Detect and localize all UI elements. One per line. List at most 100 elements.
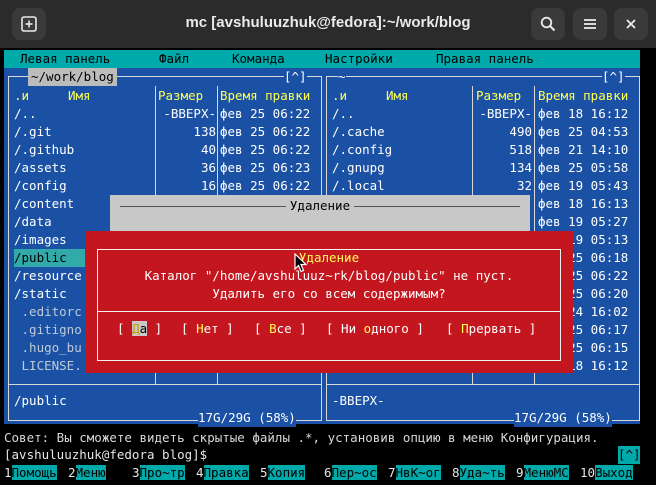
right-path[interactable]: ~ bbox=[338, 68, 346, 86]
file-row-name[interactable]: /static bbox=[14, 285, 67, 303]
file-row-name[interactable]: /.git bbox=[14, 123, 52, 141]
dialog-button-4[interactable]: [ Ни одного ] bbox=[326, 320, 424, 338]
prompt-corner[interactable]: [^] bbox=[618, 446, 641, 464]
file-row-time: фев 25 06:22 bbox=[220, 106, 311, 121]
col-header-time[interactable]: Время правки bbox=[538, 87, 628, 105]
fkey-8[interactable]: 8Уда~ть bbox=[452, 464, 505, 482]
file-row-size: -ВВЕРХ- bbox=[163, 106, 216, 121]
file-row-time: фев 18 16:13 bbox=[538, 196, 629, 211]
file-row-name[interactable]: /.github bbox=[14, 141, 74, 159]
col-header[interactable]: .и bbox=[14, 87, 29, 105]
button-hotkey: П bbox=[461, 321, 469, 336]
fkey-number: 3 bbox=[132, 465, 140, 480]
bg-dialog-title: Удаление bbox=[285, 198, 355, 213]
fkey-number: 1 bbox=[4, 465, 12, 480]
fkey-7[interactable]: 7НвК~ог bbox=[388, 464, 441, 482]
file-row-time: фев 18 16:12 bbox=[538, 106, 629, 121]
shell-prompt[interactable]: [avshuluuzhuk@fedora blog]$ bbox=[4, 446, 207, 464]
col-header-time[interactable]: Время правки bbox=[220, 87, 310, 105]
file-row-name[interactable]: /.. bbox=[14, 105, 37, 123]
dialog-button-1[interactable]: [ Да ] bbox=[117, 320, 162, 338]
fkey-2[interactable]: 2Меню bbox=[68, 464, 106, 482]
col-header-name[interactable]: Имя bbox=[68, 87, 91, 105]
file-row-name[interactable]: /.config bbox=[332, 141, 392, 159]
fkey-number: 6 bbox=[324, 465, 332, 480]
file-row-size: -ВВЕРХ- bbox=[479, 106, 532, 121]
fkey-label: Помощь bbox=[11, 465, 57, 480]
fkey-number: 4 bbox=[196, 465, 204, 480]
fkey-3[interactable]: 3Про~тр bbox=[132, 464, 185, 482]
menu-file[interactable]: Файл bbox=[159, 50, 189, 68]
dialog-button-3[interactable]: [ Все ] bbox=[254, 320, 307, 338]
button-bracket: [ bbox=[254, 321, 270, 336]
file-row-name[interactable]: .editorc bbox=[14, 303, 82, 321]
button-bracket: [ bbox=[181, 321, 197, 336]
close-icon bbox=[626, 19, 636, 29]
fkey-6[interactable]: 6Пер~ос bbox=[324, 464, 377, 482]
fkey-10[interactable]: 10Выход bbox=[580, 464, 633, 482]
menu-right-panel[interactable]: Правая панель bbox=[436, 50, 534, 68]
fkey-label: Копия bbox=[267, 465, 306, 480]
dialog-button-2[interactable]: [ Нет ] bbox=[181, 320, 234, 338]
file-row-name[interactable]: /config bbox=[14, 177, 67, 195]
fkey-label: НвК~ог bbox=[395, 465, 441, 480]
fkey-9[interactable]: 9МенюMC bbox=[516, 464, 569, 482]
window-header: mc [avshuluuzhuk@fedora]:~/work/blog bbox=[0, 0, 656, 48]
button-label: Все bbox=[269, 321, 292, 336]
file-row-name[interactable]: .gitigno bbox=[14, 321, 82, 339]
button-label: Да bbox=[132, 321, 148, 336]
fkey-1[interactable]: 1Помощь bbox=[4, 464, 57, 482]
file-row-name[interactable]: LICENSE. bbox=[14, 357, 82, 375]
fkey-label: Про~тр bbox=[139, 465, 185, 480]
file-row-size: 16 bbox=[200, 178, 216, 193]
file-row-size: 40 bbox=[200, 142, 216, 157]
function-key-bar: 1Помощь 2Меню 3Про~тр 4Правка 5Копия 6Пер~ос 7… bbox=[4, 464, 640, 482]
file-row-name[interactable]: /.cache bbox=[332, 123, 385, 141]
menu-left-panel[interactable]: Левая панель bbox=[20, 50, 110, 68]
file-row-name[interactable]: /.local bbox=[332, 177, 385, 195]
file-row-name[interactable]: /.. bbox=[332, 105, 355, 123]
fkey-number: 10 bbox=[580, 465, 596, 480]
search-button[interactable] bbox=[531, 8, 565, 40]
file-row-name[interactable]: .hugo_bu bbox=[14, 339, 82, 357]
file-row-name[interactable]: /assets bbox=[14, 159, 67, 177]
col-header-size[interactable]: Размер bbox=[476, 87, 521, 105]
close-button[interactable] bbox=[614, 8, 648, 40]
file-row-time: фев 25 06:22 bbox=[220, 178, 311, 193]
fkey-label: Пер~ос bbox=[331, 465, 377, 480]
menu-button[interactable] bbox=[573, 8, 607, 40]
right-corner[interactable]: [^] bbox=[602, 68, 625, 86]
button-bracket: ] bbox=[147, 321, 163, 336]
button-text: а bbox=[139, 321, 148, 336]
file-row-name[interactable]: /resource bbox=[14, 267, 82, 285]
right-disk-usage: 17G/29G (58%) bbox=[514, 409, 612, 427]
button-bracket: ] bbox=[408, 321, 424, 336]
button-label: одного bbox=[364, 321, 409, 336]
file-row-time: фев 19 05:27 bbox=[538, 214, 629, 229]
file-row-name[interactable]: /data bbox=[14, 213, 52, 231]
button-bracket: ] bbox=[521, 321, 537, 336]
fkey-number: 7 bbox=[388, 465, 396, 480]
dialog-button-5[interactable]: [ Прервать ] bbox=[446, 320, 536, 338]
left-path[interactable]: ~/work/blog bbox=[28, 68, 117, 86]
menu-command[interactable]: Команда bbox=[232, 50, 285, 68]
button-bracket: [ bbox=[117, 321, 133, 336]
button-bracket: [ Ни bbox=[326, 321, 364, 336]
file-row-time: фев 19 05:43 bbox=[538, 178, 629, 193]
menu-settings[interactable]: Настройки bbox=[325, 50, 393, 68]
file-row-size: 134 bbox=[509, 160, 532, 175]
col-header[interactable]: .и bbox=[332, 87, 347, 105]
file-row-time: фев 25 06:22 bbox=[220, 124, 311, 139]
fkey-4[interactable]: 4Правка bbox=[196, 464, 249, 482]
col-header-name[interactable]: Имя bbox=[386, 87, 409, 105]
file-row-size: 32 bbox=[516, 178, 532, 193]
fkey-label: Уда~ть bbox=[459, 465, 505, 480]
file-row-name[interactable]: /images bbox=[14, 231, 67, 249]
file-row-name[interactable]: /.gnupg bbox=[332, 159, 385, 177]
col-header-size[interactable]: Размер bbox=[158, 87, 203, 105]
fkey-5[interactable]: 5Копия bbox=[260, 464, 306, 482]
file-row-name[interactable]: /content bbox=[14, 195, 74, 213]
left-corner[interactable]: [^] bbox=[284, 68, 307, 86]
fkey-number: 9 bbox=[516, 465, 524, 480]
fkey-label: МенюMC bbox=[523, 465, 569, 480]
